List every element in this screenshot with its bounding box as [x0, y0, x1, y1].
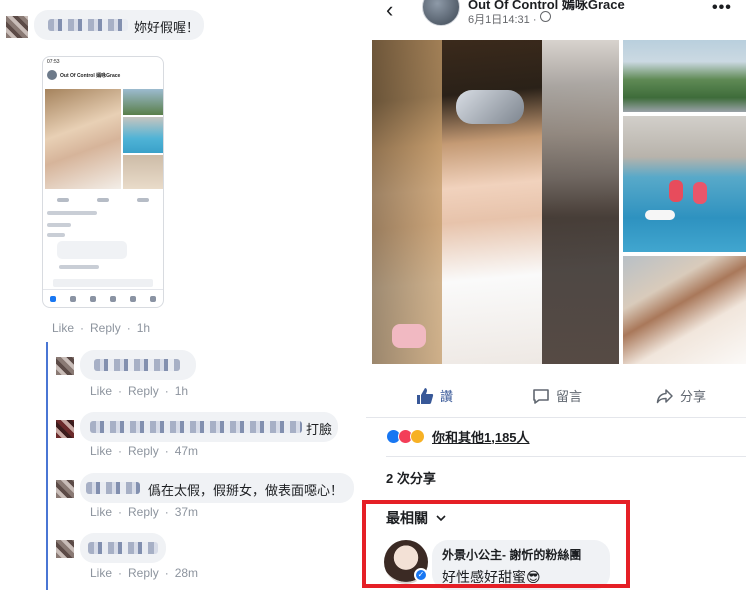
like-button[interactable]: 讚: [416, 386, 453, 405]
reply-thread-line: [46, 342, 48, 590]
reply-bubble: [80, 533, 166, 563]
comment-text: 好性感好甜蜜😎: [442, 569, 541, 585]
phone-comment-meta: [59, 265, 99, 269]
back-arrow-icon[interactable]: ‹: [386, 0, 393, 21]
phone-photo-3: [123, 117, 163, 153]
phone-post-header: Out Of Control 嫣咏Grace: [43, 67, 163, 83]
sunglasses-shape: [456, 90, 524, 124]
reply-link[interactable]: Reply: [128, 444, 159, 458]
reply-time: 47m: [174, 444, 199, 458]
reply-time: 28m: [174, 566, 199, 580]
reply-meta: Like · Reply · 1h: [90, 384, 189, 398]
phone-photo-main: [45, 89, 121, 189]
share-button[interactable]: 分享: [656, 386, 706, 405]
reply-text: 打臉: [306, 422, 333, 437]
reactions-count[interactable]: 你和其他1,185人: [432, 427, 530, 446]
shares-count[interactable]: 2 次分享: [386, 468, 436, 487]
phone-sort-line: [47, 233, 65, 237]
phone-input-line: [53, 279, 153, 287]
redacted-name: [86, 482, 140, 494]
post-time[interactable]: 6月1日14:31 ·: [468, 11, 536, 27]
reply-avatar[interactable]: [56, 480, 74, 498]
reply-bubble: [80, 350, 196, 380]
top-comment-meta: Like · Reply · 1h: [52, 321, 151, 335]
comment-sort-dropdown[interactable]: 最相關: [386, 508, 446, 528]
phone-comment-bubble: [57, 241, 127, 259]
phone-photo-2: [123, 89, 163, 115]
reply-bubble: 僞在太假，假掰女，做表面噁心！: [80, 473, 354, 503]
like-link[interactable]: Like: [90, 566, 112, 580]
redacted-text: [90, 421, 302, 433]
post-action-bar: 讚 留言 分享: [366, 374, 746, 418]
thumbs-up-icon: [417, 387, 434, 404]
phone-action-bar: [43, 195, 163, 205]
left-comment-thread: 妳好假喔！ 07:53 Out Of Control 嫣咏Grace Like ·…: [0, 0, 366, 590]
comment-button[interactable]: 留言: [532, 386, 582, 405]
phone-tab-bar: [43, 289, 163, 307]
reactions-summary[interactable]: 你和其他1,185人: [386, 426, 530, 446]
reply-link[interactable]: Reply: [128, 384, 159, 398]
top-comment-bubble: 妳好假喔！: [34, 10, 204, 40]
photo-main[interactable]: [372, 40, 619, 364]
pink-bow-shape: [392, 324, 426, 348]
verified-badge-icon: ✓: [414, 568, 428, 582]
phone-poster-avatar: [47, 70, 57, 80]
reply-link[interactable]: Reply: [90, 321, 121, 335]
redacted-name: [48, 19, 128, 31]
comment-bubble: 外景小公主- 謝忻的粉絲團 好性感好甜蜜😎: [432, 540, 610, 590]
poster-avatar[interactable]: [422, 0, 460, 26]
reply-link[interactable]: Reply: [128, 505, 159, 519]
embedded-phone-screenshot: 07:53 Out Of Control 嫣咏Grace: [42, 56, 164, 308]
like-link[interactable]: Like: [90, 384, 112, 398]
redacted-text: [94, 359, 180, 371]
comment-bubble-icon: [533, 388, 549, 404]
like-link[interactable]: Like: [52, 321, 74, 335]
sort-label: 最相關: [386, 510, 428, 526]
phone-shares-line: [47, 223, 71, 227]
photo-mountains[interactable]: [623, 40, 746, 112]
reply-bubble: 打臉: [80, 412, 338, 442]
reply-meta: Like · Reply · 47m: [90, 444, 199, 458]
reply-link[interactable]: Reply: [128, 566, 159, 580]
reply-meta: Like · Reply · 37m: [90, 505, 199, 519]
haha-reaction-icon: [410, 428, 425, 444]
reply-text: 僞在太假，假掰女，做表面噁心！: [148, 483, 344, 498]
reply-avatar[interactable]: [56, 420, 74, 438]
reply-time: 37m: [174, 505, 199, 519]
divider: [386, 456, 746, 457]
chevron-down-icon: [436, 515, 446, 522]
like-label: 讚: [440, 389, 454, 404]
comment-time: 1h: [136, 321, 151, 335]
comment-label: 留言: [556, 389, 583, 404]
phone-reactions-line: [47, 211, 97, 215]
phone-photo-4: [123, 155, 163, 189]
post-header: ‹ Out Of Control 嫣咏Grace 6月1日14:31 · •••: [366, 0, 746, 34]
photo-selfie[interactable]: [623, 256, 746, 364]
top-comment-text: 妳好假喔！: [134, 20, 200, 35]
reply-avatar[interactable]: [56, 357, 74, 375]
commenter-avatar[interactable]: [6, 16, 28, 38]
like-link[interactable]: Like: [90, 444, 112, 458]
like-link[interactable]: Like: [90, 505, 112, 519]
photo-grid: [372, 40, 746, 366]
facebook-post: ‹ Out Of Control 嫣咏Grace 6月1日14:31 · •••…: [362, 0, 746, 590]
share-label: 分享: [680, 389, 707, 404]
reply-meta: Like · Reply · 28m: [90, 566, 199, 580]
phone-status-time: 07:53: [47, 59, 60, 65]
share-arrow-icon: [656, 388, 673, 403]
photo-pool[interactable]: [623, 116, 746, 252]
globe-icon: [540, 11, 551, 22]
redacted-text: [88, 542, 158, 554]
more-icon[interactable]: •••: [712, 0, 732, 16]
reply-time: 1h: [174, 384, 189, 398]
phone-poster-name: Out Of Control 嫣咏Grace: [60, 72, 121, 79]
comment-author[interactable]: 外景小公主- 謝忻的粉絲團: [442, 546, 581, 563]
reply-avatar[interactable]: [56, 540, 74, 558]
